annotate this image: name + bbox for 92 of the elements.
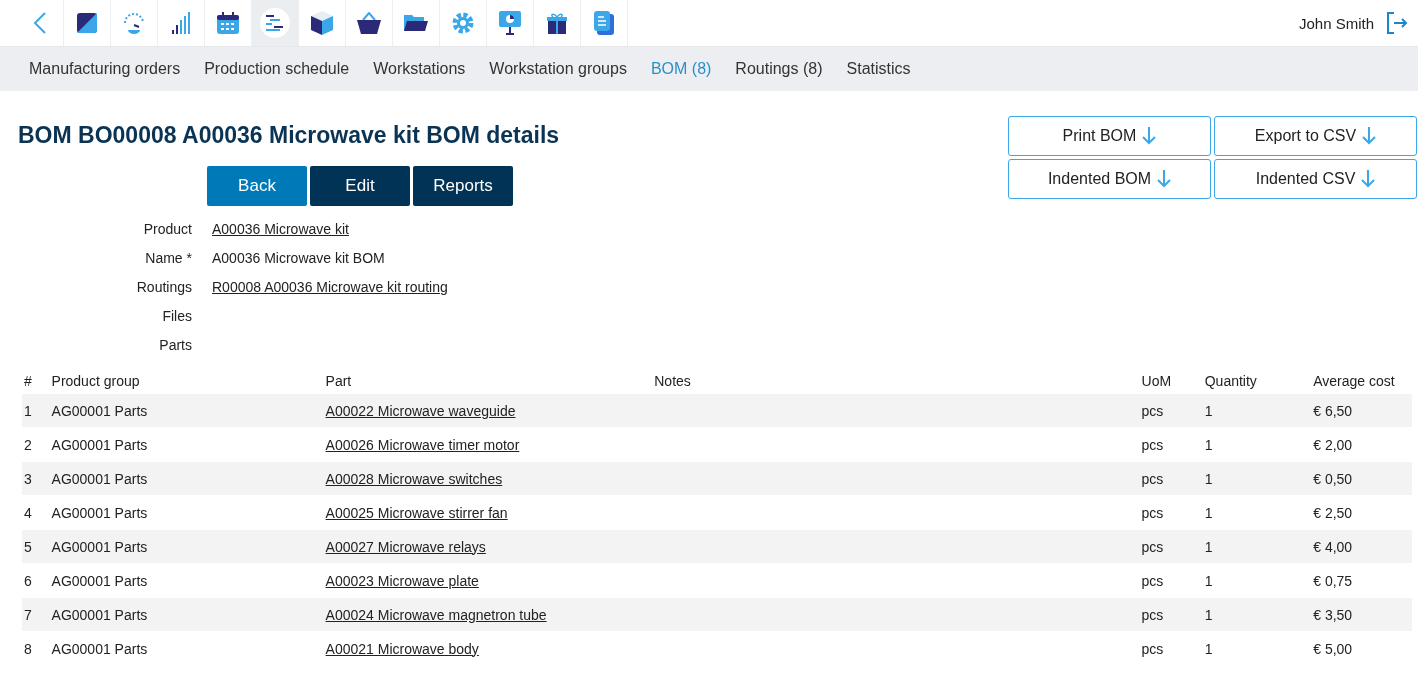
download-button[interactable]: Indented CSV xyxy=(1214,159,1417,199)
column-header: Notes xyxy=(654,373,691,389)
presentation-board-icon xyxy=(499,11,521,35)
average-cost-cell: € 2,50 xyxy=(1313,504,1353,521)
row-number: 4 xyxy=(24,504,32,521)
quantity-cell: 1 xyxy=(1204,504,1213,521)
basket-icon xyxy=(357,12,381,34)
uom-cell: pcs xyxy=(1141,572,1164,589)
column-header: Product group xyxy=(51,373,140,389)
download-arrow-icon xyxy=(1157,170,1172,188)
column-header: Quantity xyxy=(1204,373,1257,389)
uom-cell: pcs xyxy=(1141,640,1164,657)
average-cost-cell: € 0,50 xyxy=(1313,470,1353,487)
uom-cell: pcs xyxy=(1141,436,1164,453)
row-number: 5 xyxy=(24,538,32,555)
row-number: 8 xyxy=(24,640,32,657)
action-button[interactable]: Reports xyxy=(413,166,513,206)
calendar-icon xyxy=(217,12,239,34)
product-group-cell: AG00001 Parts xyxy=(51,572,148,589)
field-link[interactable]: A00036 Microwave kit xyxy=(212,221,349,237)
download-arrow-icon xyxy=(1142,127,1157,145)
row-number: 1 xyxy=(24,402,32,419)
document-icon xyxy=(594,11,614,35)
quantity-cell: 1 xyxy=(1204,470,1213,487)
square-icon xyxy=(77,13,97,33)
row-number: 2 xyxy=(24,436,32,453)
quantity-cell: 1 xyxy=(1204,606,1213,623)
field-label: Parts xyxy=(159,337,192,353)
average-cost-cell: € 2,00 xyxy=(1313,436,1353,453)
back-chevron-icon xyxy=(33,11,47,35)
part-link[interactable]: A00026 Microwave timer motor xyxy=(325,436,520,453)
quantity-cell: 1 xyxy=(1204,402,1213,419)
quantity-cell: 1 xyxy=(1204,538,1213,555)
page-title: BOM BO00008 A00036 Microwave kit BOM details xyxy=(18,122,560,149)
row-number: 6 xyxy=(24,572,32,589)
nav-tab[interactable]: Workstation groups xyxy=(477,60,639,78)
field-label: Product xyxy=(143,221,192,237)
column-header: Average cost xyxy=(1313,373,1395,389)
field-label: Name * xyxy=(145,250,192,266)
column-header: UoM xyxy=(1141,373,1172,389)
quantity-cell: 1 xyxy=(1204,436,1213,453)
nav-tab[interactable]: Routings (8) xyxy=(723,60,835,78)
logout-icon[interactable] xyxy=(1386,12,1408,34)
gauge-icon xyxy=(122,11,146,35)
gantt-chart-icon xyxy=(260,8,290,38)
average-cost-cell: € 5,00 xyxy=(1313,640,1353,657)
product-group-cell: AG00001 Parts xyxy=(51,470,148,487)
nav-tab[interactable]: Workstations xyxy=(361,60,478,78)
field-label: Files xyxy=(162,308,192,324)
part-link[interactable]: A00023 Microwave plate xyxy=(325,572,479,589)
product-group-cell: AG00001 Parts xyxy=(51,504,148,521)
average-cost-cell: € 4,00 xyxy=(1313,538,1353,555)
row-number: 7 xyxy=(24,606,32,623)
column-header: # xyxy=(24,373,32,389)
product-group-cell: AG00001 Parts xyxy=(51,538,148,555)
download-button[interactable]: Indented BOM xyxy=(1008,159,1211,199)
uom-cell: pcs xyxy=(1141,606,1164,623)
gift-icon xyxy=(547,12,567,34)
settings-icon xyxy=(452,12,474,34)
field-value: A00036 Microwave kit BOM xyxy=(212,250,385,266)
cube-icon xyxy=(311,11,333,35)
signal-bars-icon xyxy=(172,12,190,34)
download-arrow-icon xyxy=(1362,127,1377,145)
download-button[interactable]: Print BOM xyxy=(1008,116,1211,156)
action-button[interactable]: Edit xyxy=(310,166,410,206)
part-link[interactable]: A00021 Microwave body xyxy=(325,640,479,657)
folder-icon xyxy=(404,13,428,33)
part-link[interactable]: A00025 Microwave stirrer fan xyxy=(325,504,508,521)
nav-tab[interactable]: Statistics xyxy=(834,60,923,78)
quantity-cell: 1 xyxy=(1204,640,1213,657)
average-cost-cell: € 3,50 xyxy=(1313,606,1353,623)
field-link[interactable]: R00008 A00036 Microwave kit routing xyxy=(212,279,448,295)
back-button[interactable]: Back xyxy=(207,166,307,206)
average-cost-cell: € 0,75 xyxy=(1313,572,1353,589)
product-group-cell: AG00001 Parts xyxy=(51,436,148,453)
uom-cell: pcs xyxy=(1141,402,1164,419)
user-name: John Smith xyxy=(1298,14,1374,32)
product-group-cell: AG00001 Parts xyxy=(51,402,148,419)
uom-cell: pcs xyxy=(1141,470,1164,487)
nav-tab[interactable]: Manufacturing orders xyxy=(17,60,193,78)
average-cost-cell: € 6,50 xyxy=(1313,402,1353,419)
nav-tab[interactable]: Production schedule xyxy=(192,60,362,78)
uom-cell: pcs xyxy=(1141,504,1164,521)
uom-cell: pcs xyxy=(1141,538,1164,555)
product-group-cell: AG00001 Parts xyxy=(51,640,148,657)
product-group-cell: AG00001 Parts xyxy=(51,606,148,623)
column-header: Part xyxy=(325,373,352,389)
row-number: 3 xyxy=(24,470,32,487)
download-button[interactable]: Export to CSV xyxy=(1214,116,1417,156)
field-label: Routings xyxy=(136,279,192,295)
download-arrow-icon xyxy=(1361,170,1376,188)
quantity-cell: 1 xyxy=(1204,572,1213,589)
